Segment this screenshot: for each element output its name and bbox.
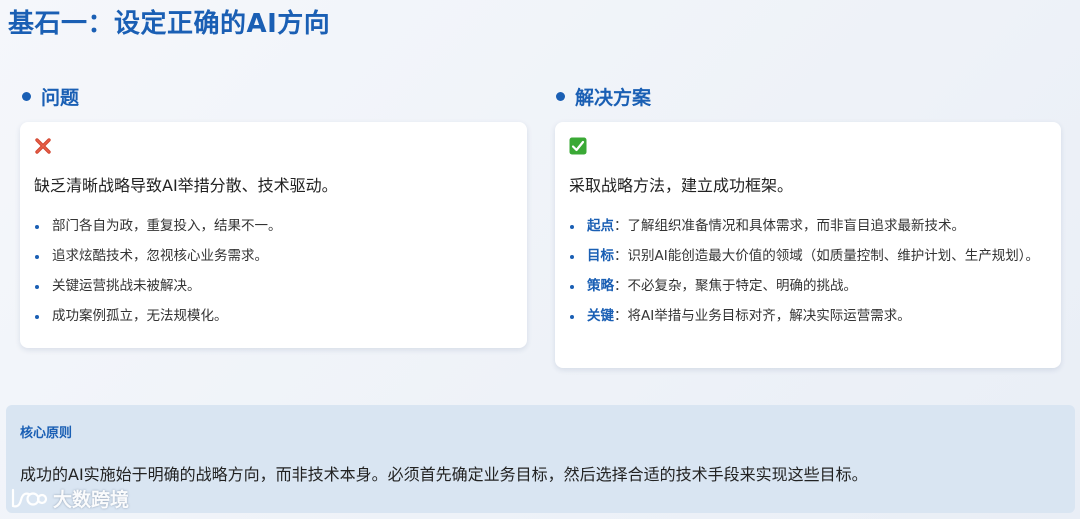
bullet-dot-icon [556,91,565,101]
item-text: ：了解组织准备情况和具体需求，而非盲目追求最新技术。 [614,218,965,234]
item-text: ：不必复杂，聚焦于特定、明确的挑战。 [614,278,857,294]
list-item: 策略：不必复杂，聚焦于特定、明确的挑战。 [569,276,1045,297]
problem-list: 部门各自为政，重复投入，结果不一。 追求炫酷技术，忽视核心业务需求。 关键运营挑… [34,216,282,336]
bullet-dot-icon [22,91,31,101]
key-term: 起点 [587,218,614,234]
key-term: 关键 [587,308,614,324]
list-item: 成功案例孤立，无法规模化。 [34,306,282,327]
list-item: 目标：识别AI能创造最大价值的领域（如质量控制、维护计划、生产规划）。 [569,246,1045,267]
core-principle-text: 成功的AI实施始于明确的战略方向，而非技术本身。必须首先确定业务目标，然后选择合… [20,465,868,484]
core-principle-label: 核心原则 [20,426,73,441]
solution-heading: 解决方案 [556,82,651,110]
watermark-logo-icon [11,488,48,508]
key-term: 策略 [587,278,614,294]
item-text: ：将AI举措与业务目标对齐，解决实际运营需求。 [614,308,911,324]
solution-summary: 采取战略方法，建立成功框架。 [569,176,794,195]
check-mark-icon [569,137,587,155]
key-term: 目标 [587,248,614,264]
problem-summary: 缺乏清晰战略导致AI举措分散、技术驱动。 [34,176,338,195]
item-text: ：识别AI能创造最大价值的领域（如质量控制、维护计划、生产规划）。 [614,248,1039,264]
list-item: 关键运营挑战未被解决。 [34,276,282,297]
watermark: 大数跨境 [8,484,129,512]
core-principle-box: 核心原则 成功的AI实施始于明确的战略方向，而非技术本身。必须首先确定业务目标，… [6,405,1075,513]
list-item: 追求炫酷技术，忽视核心业务需求。 [34,246,282,267]
problem-heading: 问题 [22,82,79,110]
list-item: 起点：了解组织准备情况和具体需求，而非盲目追求最新技术。 [569,216,1045,237]
solution-card: 采取战略方法，建立成功框架。 起点：了解组织准备情况和具体需求，而非盲目追求最新… [555,122,1061,368]
solution-list: 起点：了解组织准备情况和具体需求，而非盲目追求最新技术。 目标：识别AI能创造最… [569,216,1045,336]
problem-heading-label: 问题 [41,86,80,109]
page-title: 基石一：设定正确的AI方向 [8,9,331,39]
watermark-text: 大数跨境 [53,488,130,511]
solution-heading-label: 解决方案 [575,86,652,109]
problem-card: 缺乏清晰战略导致AI举措分散、技术驱动。 部门各自为政，重复投入，结果不一。 追… [20,122,527,348]
list-item: 部门各自为政，重复投入，结果不一。 [34,216,282,237]
list-item: 关键：将AI举措与业务目标对齐，解决实际运营需求。 [569,306,1045,327]
cross-mark-icon [35,138,51,154]
